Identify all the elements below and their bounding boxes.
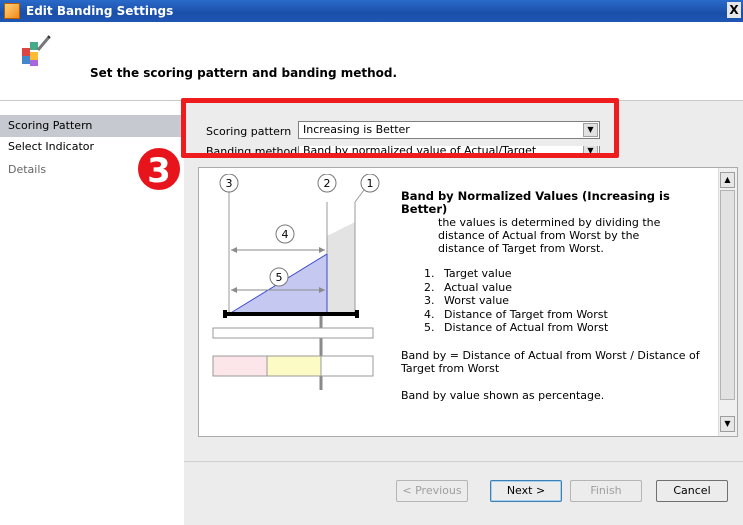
- wizard-icon: [22, 35, 51, 66]
- callout-5-label: 5: [276, 271, 283, 284]
- callout-4: 4: [275, 224, 295, 244]
- app-icon: [4, 3, 20, 19]
- vertical-scrollbar[interactable]: ▲ ▼: [718, 168, 737, 436]
- wizard-header: Set the scoring pattern and banding meth…: [0, 22, 743, 101]
- scroll-thumb[interactable]: [720, 190, 735, 400]
- wizard-footer: < Previous Next > Finish Cancel: [184, 461, 743, 525]
- list-item: Actual value: [438, 281, 711, 295]
- description-panel: 3 2 1 4 5 Band by Normalized Values (Inc…: [198, 167, 738, 437]
- note-text: Band by value shown as percentage.: [401, 388, 605, 402]
- callout-2-label: 2: [324, 177, 331, 190]
- callout-3: 3: [219, 174, 239, 202]
- callout-5: 5: [269, 267, 289, 287]
- finish-button[interactable]: Finish: [570, 480, 642, 502]
- callout-1-label: 1: [367, 177, 374, 190]
- cancel-button[interactable]: Cancel: [656, 480, 728, 502]
- step-number-badge: 3: [136, 146, 182, 192]
- description-title: Band by Normalized Values (Increasing is…: [401, 189, 670, 216]
- scroll-down-icon[interactable]: ▼: [720, 416, 735, 432]
- description-text: Band by Normalized Values (Increasing is…: [401, 190, 711, 402]
- legend-list: Target value Actual value Worst value Di…: [401, 267, 711, 335]
- description-intro-2: distance of Actual from Worst by the: [438, 229, 640, 242]
- list-item: Distance of Actual from Worst: [438, 321, 711, 335]
- scroll-up-icon[interactable]: ▲: [720, 172, 735, 188]
- close-button[interactable]: X: [727, 2, 741, 18]
- callout-1: 1: [354, 174, 380, 203]
- callout-3-label: 3: [226, 177, 233, 190]
- description-intro-3: distance of Target from Worst.: [438, 242, 604, 255]
- window-title: Edit Banding Settings: [26, 4, 174, 18]
- callout-2: 2: [317, 174, 337, 193]
- formula-text: Band by = Distance of Actual from Worst …: [401, 348, 700, 375]
- list-item: Target value: [438, 267, 711, 281]
- next-button[interactable]: Next >: [490, 480, 562, 502]
- description-intro-1: the values is determined by dividing the: [438, 216, 661, 229]
- previous-button[interactable]: < Previous: [396, 480, 468, 502]
- banding-diagram: 3 2 1 4 5: [212, 174, 380, 390]
- highlight-box: [181, 98, 619, 158]
- title-bar: Edit Banding Settings X: [0, 0, 743, 22]
- page-heading: Set the scoring pattern and banding meth…: [90, 66, 398, 80]
- step-scoring-pattern[interactable]: Scoring Pattern: [0, 115, 184, 137]
- callout-4-label: 4: [282, 228, 289, 241]
- list-item: Distance of Target from Worst: [438, 308, 711, 322]
- list-item: Worst value: [438, 294, 711, 308]
